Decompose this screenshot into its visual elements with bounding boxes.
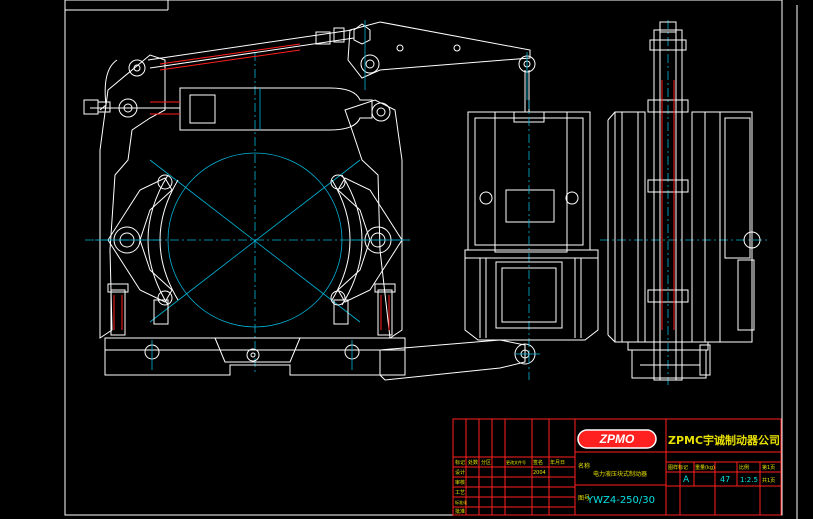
left-arm-pivot bbox=[128, 59, 146, 77]
rev-col-4: 更改文件号 bbox=[506, 459, 526, 465]
row-label-5: 批准 bbox=[455, 508, 465, 515]
weight-value: 47 bbox=[720, 475, 730, 484]
model-number: YWZ4-250/30 bbox=[586, 495, 655, 506]
base-link bbox=[379, 339, 526, 381]
thruster-motor bbox=[464, 249, 599, 341]
front-view bbox=[83, 20, 540, 381]
rev-col-1: 标记 bbox=[455, 459, 465, 466]
right-brake-arm bbox=[344, 99, 403, 339]
row-label-4: 标准化 bbox=[455, 499, 467, 505]
scale-value: 1:2.5 bbox=[740, 476, 758, 484]
product-name: 电力液压块式制动器 bbox=[593, 470, 647, 478]
company-name: ZPMC宇诚制动器公司 bbox=[668, 433, 780, 447]
rev-col-3: 分区 bbox=[481, 459, 491, 466]
sheet-number: 第1页 bbox=[762, 464, 775, 471]
stage-label-3: 比例 bbox=[739, 464, 749, 471]
logo-text: ZPMO bbox=[599, 432, 635, 446]
row-label-1: 设计 bbox=[455, 469, 465, 476]
stage-label-1: 图样标记 bbox=[668, 464, 688, 471]
adjusting-bolts bbox=[107, 283, 396, 336]
rev-col-6: 年月日 bbox=[550, 459, 565, 466]
row-label-2: 审核 bbox=[455, 479, 465, 486]
pull-rod bbox=[147, 23, 371, 71]
main-lever bbox=[347, 21, 531, 79]
drawing-grade: A bbox=[683, 475, 690, 485]
hydraulic-thruster bbox=[464, 70, 599, 380]
brake-assembly-drawing: ZPMO ZPMC宇诚制动器公司 名称 电力液压块式制动器 图号 YWZ4-25… bbox=[64, 0, 798, 519]
stage-label-2: 重量(kg) bbox=[695, 464, 715, 471]
rev-col-5: 签名 bbox=[533, 459, 543, 466]
spring-cylinder bbox=[83, 87, 373, 131]
cad-drawing-canvas: ZPMO ZPMC宇诚制动器公司 名称 电力液压块式制动器 图号 YWZ4-25… bbox=[0, 0, 813, 519]
sheet-count: 共1页 bbox=[762, 477, 775, 484]
name-label: 名称 bbox=[578, 462, 590, 470]
side-view bbox=[600, 20, 770, 385]
row-label-3: 工艺 bbox=[455, 490, 465, 496]
revision-date: 2004 bbox=[533, 470, 546, 476]
left-brake-arm bbox=[99, 54, 166, 339]
title-block: ZPMO ZPMC宇诚制动器公司 名称 电力液压块式制动器 图号 YWZ4-25… bbox=[452, 418, 782, 516]
rev-col-2: 处数 bbox=[468, 459, 478, 466]
